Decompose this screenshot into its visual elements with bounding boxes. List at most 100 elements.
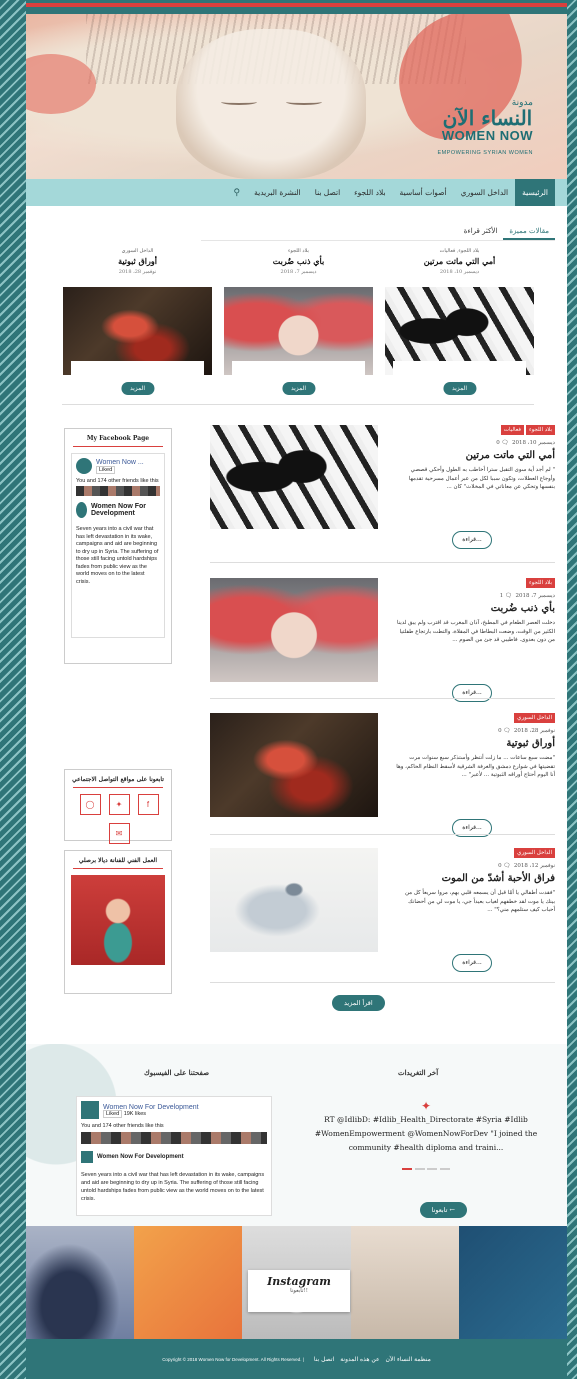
post-title[interactable]: أوراق ثبوتية <box>395 738 555 749</box>
nav-item-contact[interactable]: اتصل بنا <box>308 179 347 206</box>
instagram-icon[interactable]: ◯ <box>79 794 101 815</box>
fb-post-author[interactable]: Women Now For Development <box>91 503 160 517</box>
tweet-line[interactable]: RT @IdlibD: #Idlib_Health_Directorate #S… <box>311 1113 541 1127</box>
featured-category: الداخل السوري <box>121 248 154 254</box>
featured-card[interactable]: بلاد اللجوء, فعاليات أمي التي ماتت مرتين… <box>385 248 534 395</box>
nav-item-voices[interactable]: أصوات أساسية <box>393 179 454 206</box>
post-meta: ديسمبر 7، 2018 🗨 1 <box>395 593 555 599</box>
tab-featured[interactable]: مقالات مميزة <box>503 221 555 240</box>
fb-post-author[interactable]: Women Now For Development <box>97 1154 184 1160</box>
fb-column-title: صفحتنا على الفيسبوك <box>144 1068 210 1077</box>
instagram-photo[interactable] <box>458 1226 567 1340</box>
widget-title: تابعونا على مواقع التواصل الاجتماعي <box>72 776 164 783</box>
post-excerpt: "فقدت أطفالي يا أمّا قبل أن يسمعه قلبي ب… <box>405 890 555 913</box>
tab-most-read[interactable]: الأكثر قراءة <box>458 221 504 240</box>
post-title[interactable]: فراق الأحبة أشدّ من الموت <box>395 873 555 884</box>
facebook-icon[interactable]: f <box>137 794 159 815</box>
featured-title[interactable]: أوراق ثبوتية <box>63 256 212 266</box>
read-more-button[interactable]: قراءة... <box>452 531 492 549</box>
featured-date: ديسمبر 10، 2018 <box>439 269 480 275</box>
post-divider <box>210 982 555 983</box>
post-thumbnail[interactable] <box>210 713 378 817</box>
post-date: ديسمبر 10، 2018 <box>511 440 555 446</box>
category-badge[interactable]: الداخل السوري <box>514 713 555 723</box>
post-item: الداخل السوري نوفمبر 12، 2018 🗨 0 فراق ا… <box>210 848 555 972</box>
nav-item-asylum[interactable]: بلاد اللجوء <box>347 179 392 206</box>
avatar <box>76 458 92 474</box>
nav-item-syria-inside[interactable]: الداخل السوري <box>454 179 516 206</box>
featured-image[interactable] <box>385 287 534 375</box>
fb-liked-button[interactable]: Liked <box>96 465 116 474</box>
fb-page-name[interactable]: Women Now ... <box>96 459 144 466</box>
facebook-embed-large[interactable]: Women Now For Development Liked 19K like… <box>76 1096 272 1216</box>
site-footer: Copyright © 2018 Women Now for Developme… <box>26 1339 567 1379</box>
copyright-text: Copyright © 2018 Women Now for Developme… <box>162 1356 304 1362</box>
footer-link-contact[interactable]: اتصل بنا <box>314 1356 334 1363</box>
instagram-title: Instagram <box>267 1275 331 1288</box>
instagram-photo[interactable] <box>26 1226 135 1340</box>
post-title[interactable]: بأي ذنب ضُربت <box>395 603 555 614</box>
artwork-widget: العمل الفني للفنانة ديالا برصلي <box>64 850 172 994</box>
featured-title[interactable]: أمي التي ماتت مرتين <box>385 256 534 266</box>
fb-friends-text: You and 174 other friends like this <box>76 478 159 484</box>
post-thumbnail[interactable] <box>210 425 378 529</box>
fb-post-header: Women Now For Development <box>77 1147 271 1167</box>
category-badge[interactable]: الداخل السوري <box>514 848 555 858</box>
fb-liked-button[interactable]: Liked <box>103 1109 123 1118</box>
post-thumbnail[interactable] <box>210 578 378 682</box>
artwork-image[interactable] <box>71 875 165 965</box>
social-links: ◯ ✦ f ✉ <box>74 794 164 844</box>
banner-art-eye <box>221 99 257 105</box>
instagram-photo[interactable] <box>134 1226 243 1340</box>
load-more-button[interactable]: اقرأ المزيد <box>332 995 385 1011</box>
category-badge[interactable]: بلاد اللجوء <box>525 578 555 588</box>
category-badge[interactable]: فعاليات <box>500 425 524 435</box>
follow-button[interactable]: تابعونا ← <box>419 1202 467 1218</box>
fb-liked-status: Liked 19K likes <box>103 1109 199 1118</box>
facebook-embed[interactable]: Women Now ... Liked You and 174 other fr… <box>71 453 165 638</box>
featured-category: بلاد اللجوء, فعاليات <box>439 248 480 254</box>
featured-card[interactable]: بلاد اللجوء بأي ذنب ضُربت ديسمبر 7، 2018… <box>224 248 373 395</box>
post-title[interactable]: أمي التي ماتت مرتين <box>395 450 555 461</box>
post-meta: نوفمبر 28، 2018 🗨 0 <box>395 728 555 734</box>
instagram-photo[interactable] <box>350 1226 459 1340</box>
post-item: الداخل السوري نوفمبر 28، 2018 🗨 0 أوراق … <box>210 713 555 837</box>
featured-more-button[interactable]: المزيد <box>281 382 316 395</box>
post-date: نوفمبر 12، 2018 <box>513 863 555 869</box>
tweet-line[interactable]: community #health diploma and traini... <box>311 1141 541 1155</box>
featured-more-button[interactable]: المزيد <box>120 382 155 395</box>
post-item: بلاد اللجوء فعاليات ديسمبر 10، 2018 🗨 0 … <box>210 425 555 549</box>
read-more-button[interactable]: قراءة... <box>452 684 492 702</box>
featured-title[interactable]: بأي ذنب ضُربت <box>224 256 373 266</box>
nav-item-home[interactable]: الرئيسية <box>515 179 555 206</box>
fb-post-header: Women Now For Development <box>72 498 164 522</box>
post-meta: ديسمبر 10، 2018 🗨 0 <box>395 440 555 446</box>
right-decorative-stripe <box>567 0 577 1379</box>
site-logo[interactable]: مدونة النساء الآن WOMEN NOW <box>442 98 533 143</box>
featured-image[interactable] <box>63 287 212 375</box>
featured-image[interactable] <box>224 287 373 375</box>
fb-header: Women Now For Development Liked 19K like… <box>77 1097 271 1123</box>
article-tabs: مقالات مميزة الأكثر قراءة <box>201 221 555 241</box>
search-icon[interactable]: ⚲ <box>227 188 248 198</box>
email-icon[interactable]: ✉ <box>108 823 130 844</box>
featured-card[interactable]: الداخل السوري أوراق ثبوتية نوفمبر 28، 20… <box>63 248 212 395</box>
instagram-label[interactable]: Instagram تابعونا!! <box>248 1270 350 1312</box>
twitter-icon[interactable]: ✦ <box>108 794 130 815</box>
tweet-line[interactable]: #WomenEmpowerment @WomenNowForDev "I joi… <box>311 1127 541 1141</box>
fb-friends-text: You and 174 other friends like this <box>81 1123 164 1129</box>
footer-link-about[interactable]: عن هذه المدونة <box>340 1356 379 1363</box>
nav-item-newsletter[interactable]: النشرة البريدية <box>247 179 308 206</box>
post-categories: الداخل السوري <box>395 713 555 723</box>
featured-category: بلاد اللجوء <box>288 248 309 254</box>
category-badge[interactable]: بلاد اللجوء <box>525 425 555 435</box>
twitter-icon: ✦ <box>420 1099 432 1113</box>
footer-link-org[interactable]: منظمة النساء الآن <box>386 1356 431 1363</box>
tweet-pager[interactable] <box>311 1161 541 1175</box>
post-divider <box>210 834 555 835</box>
post-thumbnail[interactable] <box>210 848 378 952</box>
widget-title-underline <box>73 787 163 788</box>
read-more-button[interactable]: قراءة... <box>452 954 492 972</box>
featured-more-button[interactable]: المزيد <box>442 382 477 395</box>
left-decorative-stripe <box>0 0 26 1379</box>
